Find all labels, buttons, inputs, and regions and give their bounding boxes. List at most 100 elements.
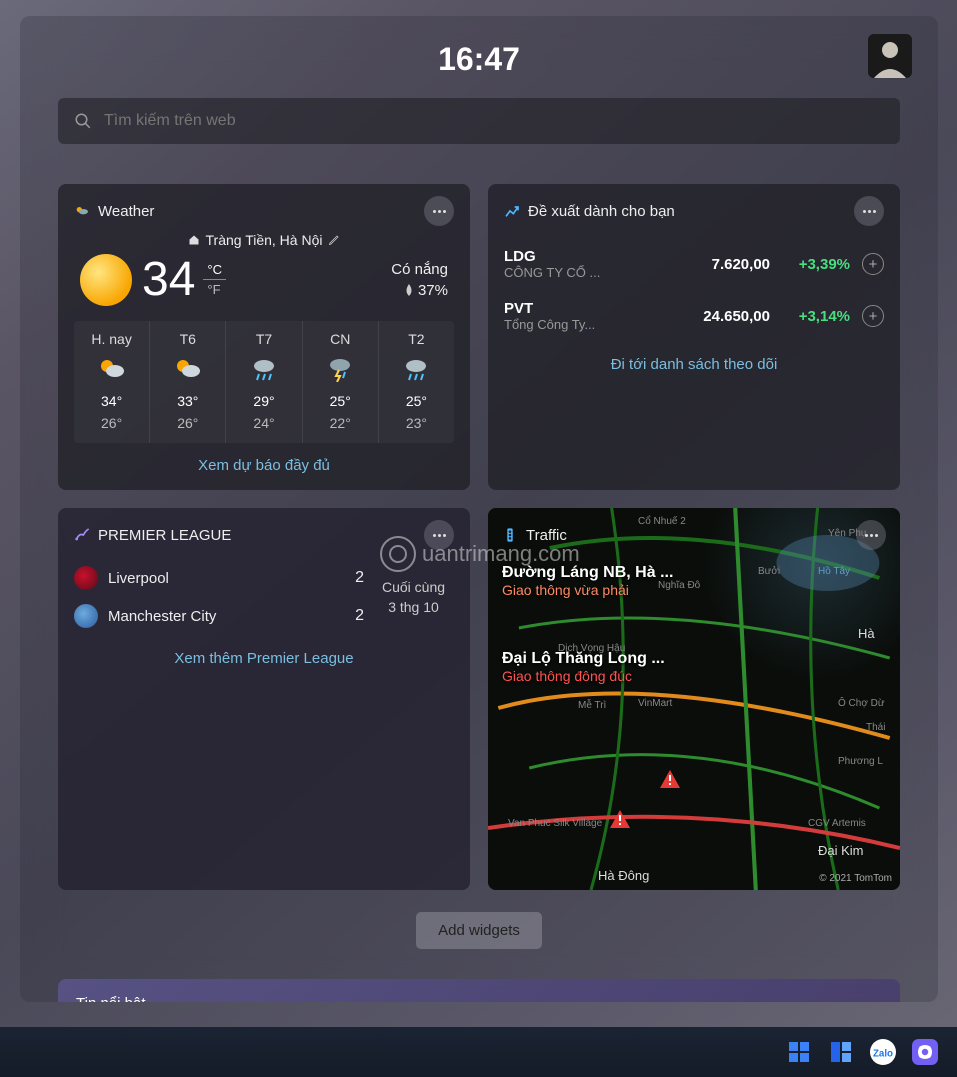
weather-link[interactable]: Xem dự báo đầy đủ [74,457,454,474]
news-card[interactable]: Tin nổi bật [58,979,900,1002]
traffic-icon [502,527,518,543]
stock-row[interactable]: PVTTổng Công Ty... 24.650,00 +3,14% + [504,290,884,342]
forecast-high: 29° [228,393,299,409]
forecast-icon [381,355,452,383]
map-place-label: Hà [858,626,875,641]
forecast-low: 23° [381,415,452,431]
forecast-low: 24° [228,415,299,431]
edit-icon[interactable] [328,234,340,246]
forecast-high: 34° [76,393,147,409]
weather-location[interactable]: Tràng Tiền, Hà Nội [74,232,454,248]
clock: 16:47 [438,41,520,78]
zalo-app-icon[interactable]: Zalo [869,1038,897,1066]
match-status: Cuối cùng [373,579,454,595]
stock-change: +3,39% [770,256,850,273]
map-place-label: Thái [866,722,885,733]
forecast-day[interactable]: T6 33° 26° [150,321,226,443]
map-place-label: Hồ Tây [818,566,850,577]
stock-add-button[interactable]: + [862,305,884,327]
traffic-card[interactable]: Cổ Nhuế 2Yên PhụNghĩa ĐôBưởiHồ TâyDịch V… [488,508,900,890]
forecast-day[interactable]: T7 29° 24° [226,321,302,443]
map-place-label: Van Phuc Silk Village [508,818,602,829]
widgets-panel: 16:47 Weather Tràng Tiền, Hà Nội 34 [20,16,938,1002]
stocks-title: Đề xuất dành cho bạn [528,203,846,220]
current-temp: 34 [142,252,195,307]
unit-fahrenheit[interactable]: °F [203,280,226,299]
stocks-more-button[interactable] [854,196,884,226]
traffic-status: Giao thông vừa phải [502,582,673,598]
forecast-day[interactable]: CN 25° 22° [303,321,379,443]
forecast-high: 33° [152,393,223,409]
droplet-icon [404,284,414,296]
stock-company: Tổng Công Ty... [504,317,670,332]
stock-price: 24.650,00 [670,308,770,325]
team-row: Liverpool 2 [74,566,364,590]
stocks-card[interactable]: Đề xuất dành cho bạn LDGCÔNG TY CỔ ... 7… [488,184,900,490]
start-button[interactable] [785,1038,813,1066]
forecast-day-name: H. nay [76,331,147,347]
map-place-label: Bưởi [758,566,780,577]
traffic-status: Giao thông đông đúc [502,668,665,684]
sports-card[interactable]: PREMIER LEAGUE Liverpool 2 Manchester Ci… [58,508,470,890]
weather-icon [74,203,90,219]
sun-icon [80,254,132,306]
viber-app-icon[interactable] [911,1038,939,1066]
map-place-label: Mễ Trì [578,700,606,711]
forecast-low: 26° [152,415,223,431]
search-icon [74,112,92,130]
stock-row[interactable]: LDGCÔNG TY CỔ ... 7.620,00 +3,39% + [504,238,884,290]
stock-add-button[interactable]: + [862,253,884,275]
forecast-icon [76,355,147,383]
team-score: 2 [355,569,364,587]
map-place-label: Ô Chợ Dừ [838,698,885,709]
team-badge-icon [74,566,98,590]
stock-symbol: PVT [504,300,670,317]
stocks-icon [504,203,520,219]
stock-change: +3,14% [770,308,850,325]
forecast-low: 26° [76,415,147,431]
map-place-label: Phương L [838,756,883,767]
match-date: 3 thg 10 [373,599,454,615]
news-title: Tin nổi bật [76,995,882,1002]
traffic-alert[interactable]: Đường Láng NB, Hà ... Giao thông vừa phả… [502,564,673,598]
stock-price: 7.620,00 [670,256,770,273]
taskbar[interactable]: Zalo [0,1027,957,1077]
stock-company: CÔNG TY CỔ ... [504,265,670,280]
traffic-alert[interactable]: Đại Lộ Thăng Long ... Giao thông đông đú… [502,650,665,684]
traffic-title: Traffic [526,527,848,544]
league-icon [74,527,90,543]
forecast-day-name: T6 [152,331,223,347]
home-icon [188,234,200,246]
forecast-row: H. nay 34° 26°T6 33° 26°T7 29° 24°CN 25°… [74,321,454,443]
forecast-high: 25° [381,393,452,409]
add-widgets-button[interactable]: Add widgets [416,912,542,949]
team-name: Liverpool [108,570,345,587]
weather-card[interactable]: Weather Tràng Tiền, Hà Nội 34 °C °F Có n… [58,184,470,490]
forecast-high: 25° [305,393,376,409]
search-input[interactable] [104,112,884,130]
unit-celsius[interactable]: °C [203,260,226,280]
stocks-link[interactable]: Đi tới danh sách theo dõi [504,356,884,373]
weather-title: Weather [98,203,416,220]
humidity: 37% [418,282,448,299]
weather-more-button[interactable] [424,196,454,226]
forecast-icon [305,355,376,383]
sports-more-button[interactable] [424,520,454,550]
map-place-label: VinMart [638,698,672,709]
sports-title: PREMIER LEAGUE [98,527,416,544]
team-badge-icon [74,604,98,628]
forecast-day[interactable]: T2 25° 23° [379,321,454,443]
forecast-day-name: T7 [228,331,299,347]
sports-link[interactable]: Xem thêm Premier League [74,650,454,667]
traffic-road: Đại Lộ Thăng Long ... [502,650,665,668]
traffic-more-button[interactable] [856,520,886,550]
traffic-road: Đường Láng NB, Hà ... [502,564,673,582]
forecast-day[interactable]: H. nay 34° 26° [74,321,150,443]
forecast-icon [152,355,223,383]
svg-text:Zalo: Zalo [872,1048,892,1059]
stock-symbol: LDG [504,248,670,265]
user-avatar[interactable] [868,34,912,78]
search-box[interactable] [58,98,900,144]
widgets-button[interactable] [827,1038,855,1066]
map-copyright: © 2021 TomTom [819,873,892,884]
